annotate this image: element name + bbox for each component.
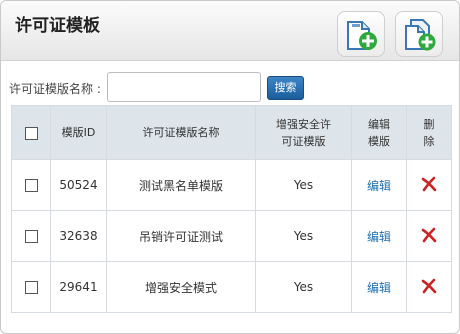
enhanced-value: Yes xyxy=(255,261,352,313)
row-checkbox[interactable] xyxy=(24,281,38,294)
page-title: 许可证模板 xyxy=(15,16,100,36)
template-table: 模版ID 许可证模版名称 增强安全许 可证模版 编辑 模版 删 除 50524 … xyxy=(11,105,452,313)
table-row: 32638 吊销许可证测试 Yes 编辑 xyxy=(11,210,452,262)
column-header-edit-line2: 模版 xyxy=(368,134,390,148)
table-row: 50524 测试黑名单模版 Yes 编辑 xyxy=(11,159,452,211)
template-name: 增强安全模式 xyxy=(106,261,256,313)
row-select-cell xyxy=(11,261,51,313)
delete-x-icon[interactable] xyxy=(421,176,437,195)
delete-cell xyxy=(406,210,452,262)
column-header-edit: 编辑 模版 xyxy=(351,105,407,160)
license-template-panel: 许可证模板 许可证模版名称 : 搜索 模版ID 许可证模版名称 增强安全许 可证… xyxy=(0,0,460,334)
column-header-delete-line1: 删 xyxy=(423,117,435,131)
template-id: 32638 xyxy=(50,210,107,262)
row-select-cell xyxy=(11,210,51,262)
row-checkbox[interactable] xyxy=(24,230,38,243)
edit-template-link[interactable]: 编辑 xyxy=(367,281,391,295)
row-select-cell xyxy=(11,159,51,211)
new-template-button[interactable] xyxy=(337,11,385,57)
search-button[interactable]: 搜索 xyxy=(267,76,304,100)
column-header-delete: 删 除 xyxy=(406,105,452,160)
column-header-enhanced-line2: 可证模版 xyxy=(281,134,326,148)
panel-header: 许可证模板 xyxy=(1,1,459,61)
copy-file-plus-icon xyxy=(405,19,436,51)
select-all-checkbox[interactable] xyxy=(24,126,38,140)
copy-template-button[interactable] xyxy=(395,11,443,57)
column-header-enhanced-line1: 增强安全许 xyxy=(276,117,331,131)
header-select-all xyxy=(11,105,51,160)
template-name: 测试黑名单模版 xyxy=(106,159,256,211)
delete-cell xyxy=(406,261,452,313)
template-id: 29641 xyxy=(50,261,107,313)
search-row: 许可证模版名称 : 搜索 xyxy=(1,71,459,103)
template-name-search-input[interactable] xyxy=(107,72,261,102)
column-header-enhanced: 增强安全许 可证模版 xyxy=(255,105,352,160)
table-row: 29641 增强安全模式 Yes 编辑 xyxy=(11,261,452,313)
enhanced-value: Yes xyxy=(255,210,352,262)
delete-x-icon[interactable] xyxy=(421,227,437,246)
edit-cell: 编辑 xyxy=(351,261,407,313)
row-checkbox[interactable] xyxy=(24,179,38,192)
table-header-row: 模版ID 许可证模版名称 增强安全许 可证模版 编辑 模版 删 除 xyxy=(11,105,452,160)
edit-template-link[interactable]: 编辑 xyxy=(367,230,391,244)
new-file-plus-icon xyxy=(347,21,377,50)
column-header-name: 许可证模版名称 xyxy=(106,105,256,160)
search-label: 许可证模版名称 : xyxy=(9,82,101,96)
column-header-edit-line1: 编辑 xyxy=(368,117,390,131)
column-header-delete-line2: 除 xyxy=(423,134,435,148)
enhanced-value: Yes xyxy=(255,159,352,211)
edit-cell: 编辑 xyxy=(351,210,407,262)
template-name: 吊销许可证测试 xyxy=(106,210,256,262)
delete-x-icon[interactable] xyxy=(421,278,437,297)
edit-cell: 编辑 xyxy=(351,159,407,211)
delete-cell xyxy=(406,159,452,211)
edit-template-link[interactable]: 编辑 xyxy=(367,179,391,193)
template-id: 50524 xyxy=(50,159,107,211)
column-header-id: 模版ID xyxy=(50,105,107,160)
